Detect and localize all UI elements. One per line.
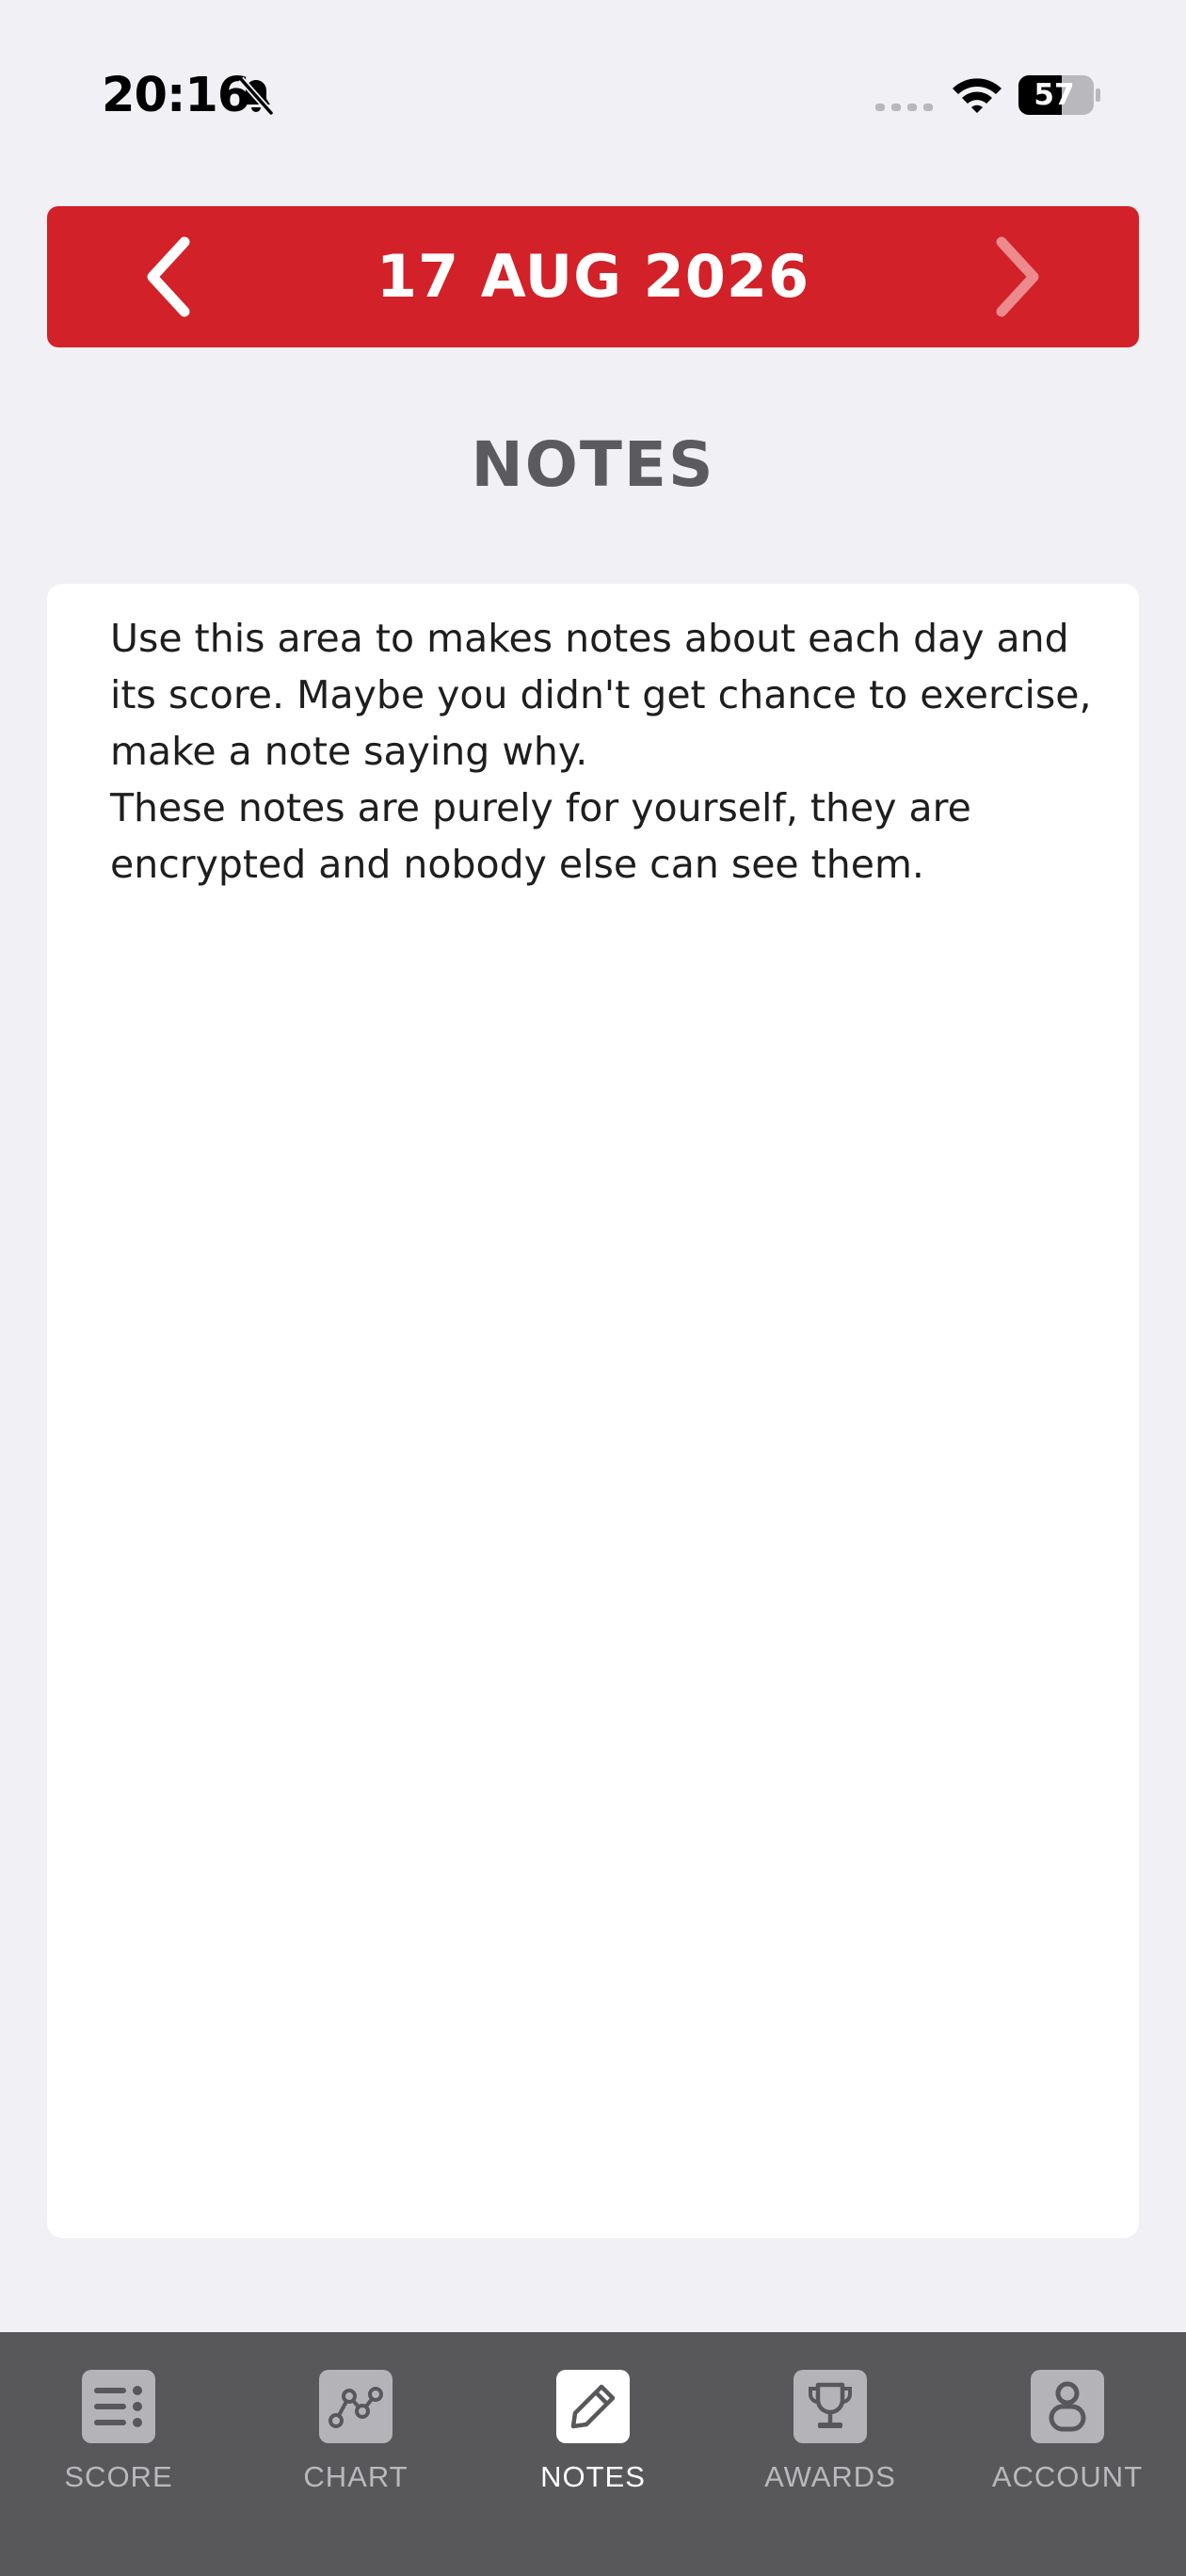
tab-icon-background <box>319 2370 393 2443</box>
notes-textarea[interactable]: Use this area to makes notes about each … <box>47 584 1139 2238</box>
tab-label: AWARDS <box>764 2460 896 2493</box>
battery-level: 57 <box>1034 78 1075 112</box>
tab-label: NOTES <box>540 2460 646 2493</box>
trophy-icon <box>809 2382 852 2428</box>
list-icon <box>94 2386 142 2427</box>
current-date: 17 AUG 2026 <box>376 242 810 311</box>
tab-label: ACCOUNT <box>991 2460 1144 2493</box>
tab-bar: SCORE CHART NOTES AWARDS ACCOUNT <box>0 2332 1186 2576</box>
tab-icon-background <box>793 2370 867 2443</box>
tab-icon-background <box>1031 2370 1104 2443</box>
tab-label: CHART <box>303 2460 409 2493</box>
status-bar: 20:16 57 <box>0 0 1186 188</box>
tab-score[interactable]: SCORE <box>0 2351 237 2493</box>
account-icon <box>1049 2381 1086 2432</box>
tab-awards[interactable]: AWARDS <box>712 2351 949 2493</box>
tab-account[interactable]: ACCOUNT <box>949 2351 1186 2493</box>
wifi-icon <box>953 78 1002 113</box>
cellular-signal-icon <box>875 104 933 111</box>
bell-slash-icon <box>238 76 274 116</box>
page-title: NOTES <box>471 428 715 501</box>
chart-icon <box>329 2387 383 2428</box>
tab-icon-background <box>82 2370 155 2443</box>
status-time: 20:16 <box>102 68 250 123</box>
chevron-left-icon <box>147 236 190 317</box>
tab-label: SCORE <box>64 2460 173 2493</box>
chevron-right-icon <box>996 236 1039 317</box>
previous-day-button[interactable] <box>94 206 245 347</box>
tab-icon-background <box>556 2370 630 2443</box>
next-day-button[interactable] <box>941 206 1092 347</box>
pencil-icon <box>570 2384 616 2429</box>
tab-chart[interactable]: CHART <box>237 2351 474 2493</box>
tab-notes[interactable]: NOTES <box>474 2351 712 2493</box>
date-navigator: 17 AUG 2026 <box>47 206 1139 347</box>
notes-text: Use this area to makes notes about each … <box>110 616 1092 887</box>
